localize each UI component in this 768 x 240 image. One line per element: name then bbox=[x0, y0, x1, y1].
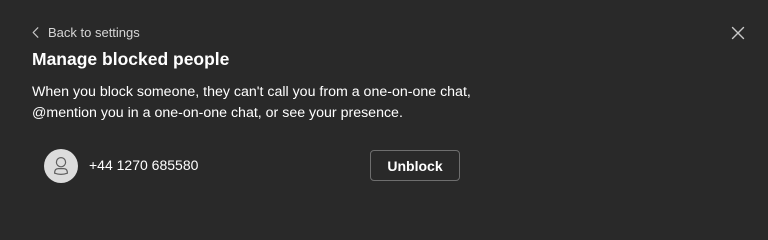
close-button[interactable] bbox=[729, 24, 747, 42]
description-line-1: When you block someone, they can't call … bbox=[32, 84, 471, 100]
manage-blocked-dialog: Back to settings Manage blocked people W… bbox=[0, 0, 768, 209]
blocked-person-row: +44 1270 685580 Unblock bbox=[44, 149, 464, 183]
page-description: When you block someone, they can't call … bbox=[32, 82, 502, 124]
person-icon bbox=[44, 149, 78, 183]
unblock-button[interactable]: Unblock bbox=[370, 150, 460, 181]
avatar bbox=[44, 149, 78, 183]
close-icon bbox=[729, 24, 747, 42]
back-link-label: Back to settings bbox=[48, 24, 140, 40]
description-line-2: @mention you in a one-on-one chat, or se… bbox=[32, 105, 403, 121]
blocked-phone-number: +44 1270 685580 bbox=[89, 157, 199, 173]
chevron-left-icon bbox=[32, 26, 39, 38]
page-title: Manage blocked people bbox=[32, 49, 230, 69]
back-to-settings-link[interactable]: Back to settings bbox=[32, 23, 140, 41]
